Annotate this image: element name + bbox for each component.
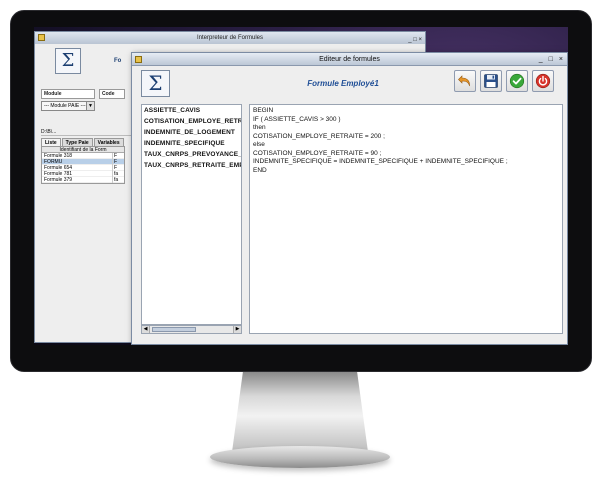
- row-cell: fa: [112, 177, 125, 183]
- list-item[interactable]: TAUX_CNRPS_RETRAITE_EMPL: [142, 160, 241, 171]
- code-line: COTISATION_EMPLOYE_RETRAITE = 200 ;: [253, 132, 385, 140]
- chevron-down-icon[interactable]: ▼: [86, 102, 94, 110]
- module-select-value: --- Module PAIE ---: [44, 103, 86, 109]
- scroll-right-icon[interactable]: ▶: [233, 326, 241, 333]
- monitor-base: [210, 446, 390, 468]
- code-line: INDEMNITE_SPECIFIQUE = INDEMNITE_SPECIFI…: [253, 158, 508, 165]
- interpreter-title: Interpreteur de Formules: [196, 35, 264, 41]
- scroll-thumb[interactable]: [152, 327, 196, 332]
- code-line: BEGIN: [253, 107, 274, 114]
- module-label: Module: [41, 89, 95, 99]
- variables-scrollbar[interactable]: ◀ ▶: [141, 325, 242, 334]
- sigma-icon: Σ: [55, 48, 81, 74]
- code-line: IF ( ASSIETTE_CAVIS > 300 ): [253, 115, 341, 123]
- list-item[interactable]: COTISATION_EMPLOYE_RETRA: [142, 116, 241, 127]
- list-item[interactable]: TAUX_CNRPS_PREVOYANCE_S: [142, 149, 241, 160]
- list-item[interactable]: ASSIETTE_CAVIS: [142, 105, 241, 116]
- app-icon: [38, 34, 45, 41]
- close-editor-button[interactable]: [532, 70, 554, 92]
- monitor-screen: Interpreteur de Formules _ □ × Σ Fo Modu…: [34, 27, 568, 345]
- window-controls: _ □ ×: [539, 53, 563, 66]
- row-text: Formule 379: [44, 177, 73, 183]
- interpreter-titlebar: Interpreteur de Formules _ □ ×: [35, 32, 425, 44]
- undo-icon: [458, 75, 470, 87]
- close-button[interactable]: ×: [559, 53, 563, 66]
- formula-title: Formule Employé1: [307, 79, 379, 88]
- editor-window: Editeur de formules _ □ × Σ Formule Empl…: [131, 52, 568, 345]
- desktop-photo: Interpreteur de Formules _ □ × Σ Fo Modu…: [0, 0, 600, 480]
- code-line: COTISATION_EMPLOYE_RETRAITE = 90 ;: [253, 149, 382, 157]
- editor-toolbar: [454, 70, 554, 92]
- save-button[interactable]: [480, 70, 502, 92]
- editor-titlebar[interactable]: Editeur de formules _ □ ×: [132, 53, 567, 66]
- app-icon: [135, 56, 142, 63]
- scroll-left-icon[interactable]: ◀: [142, 326, 150, 333]
- monitor-stand: [232, 372, 368, 452]
- power-icon: [535, 73, 551, 89]
- check-circle-icon: [509, 73, 525, 89]
- editor-title: Editeur de formules: [319, 56, 380, 63]
- code-line: END: [253, 166, 267, 174]
- list-item[interactable]: INDEMNITE_DE_LOGEMENT: [142, 127, 241, 138]
- maximize-button[interactable]: □: [549, 53, 553, 66]
- header-tab-peek: Fo: [114, 58, 122, 64]
- undo-button[interactable]: [454, 70, 476, 92]
- path-field[interactable]: D:\B\...: [41, 129, 141, 136]
- code-line: else: [253, 141, 265, 148]
- module-select[interactable]: --- Module PAIE --- ▼: [41, 101, 95, 111]
- formula-code-editor[interactable]: BEGIN IF ( ASSIETTE_CAVIS > 300 ) then C…: [249, 104, 563, 334]
- validate-button[interactable]: [506, 70, 528, 92]
- variables-list[interactable]: ASSIETTE_CAVIS COTISATION_EMPLOYE_RETRA …: [141, 104, 242, 325]
- table-row[interactable]: Formule 379 fa: [42, 177, 124, 183]
- formula-table: Identifiant de la Form Formule 318 F FORM…: [41, 146, 125, 184]
- list-item[interactable]: INDEMNITE_SPECIFIQUE: [142, 138, 241, 149]
- code-line: then: [253, 124, 266, 131]
- minimize-button[interactable]: _: [539, 53, 543, 66]
- floppy-icon: [484, 74, 498, 88]
- sigma-icon: Σ: [141, 70, 170, 97]
- window-controls[interactable]: _ □ ×: [408, 34, 422, 46]
- code-label: Code: [99, 89, 125, 99]
